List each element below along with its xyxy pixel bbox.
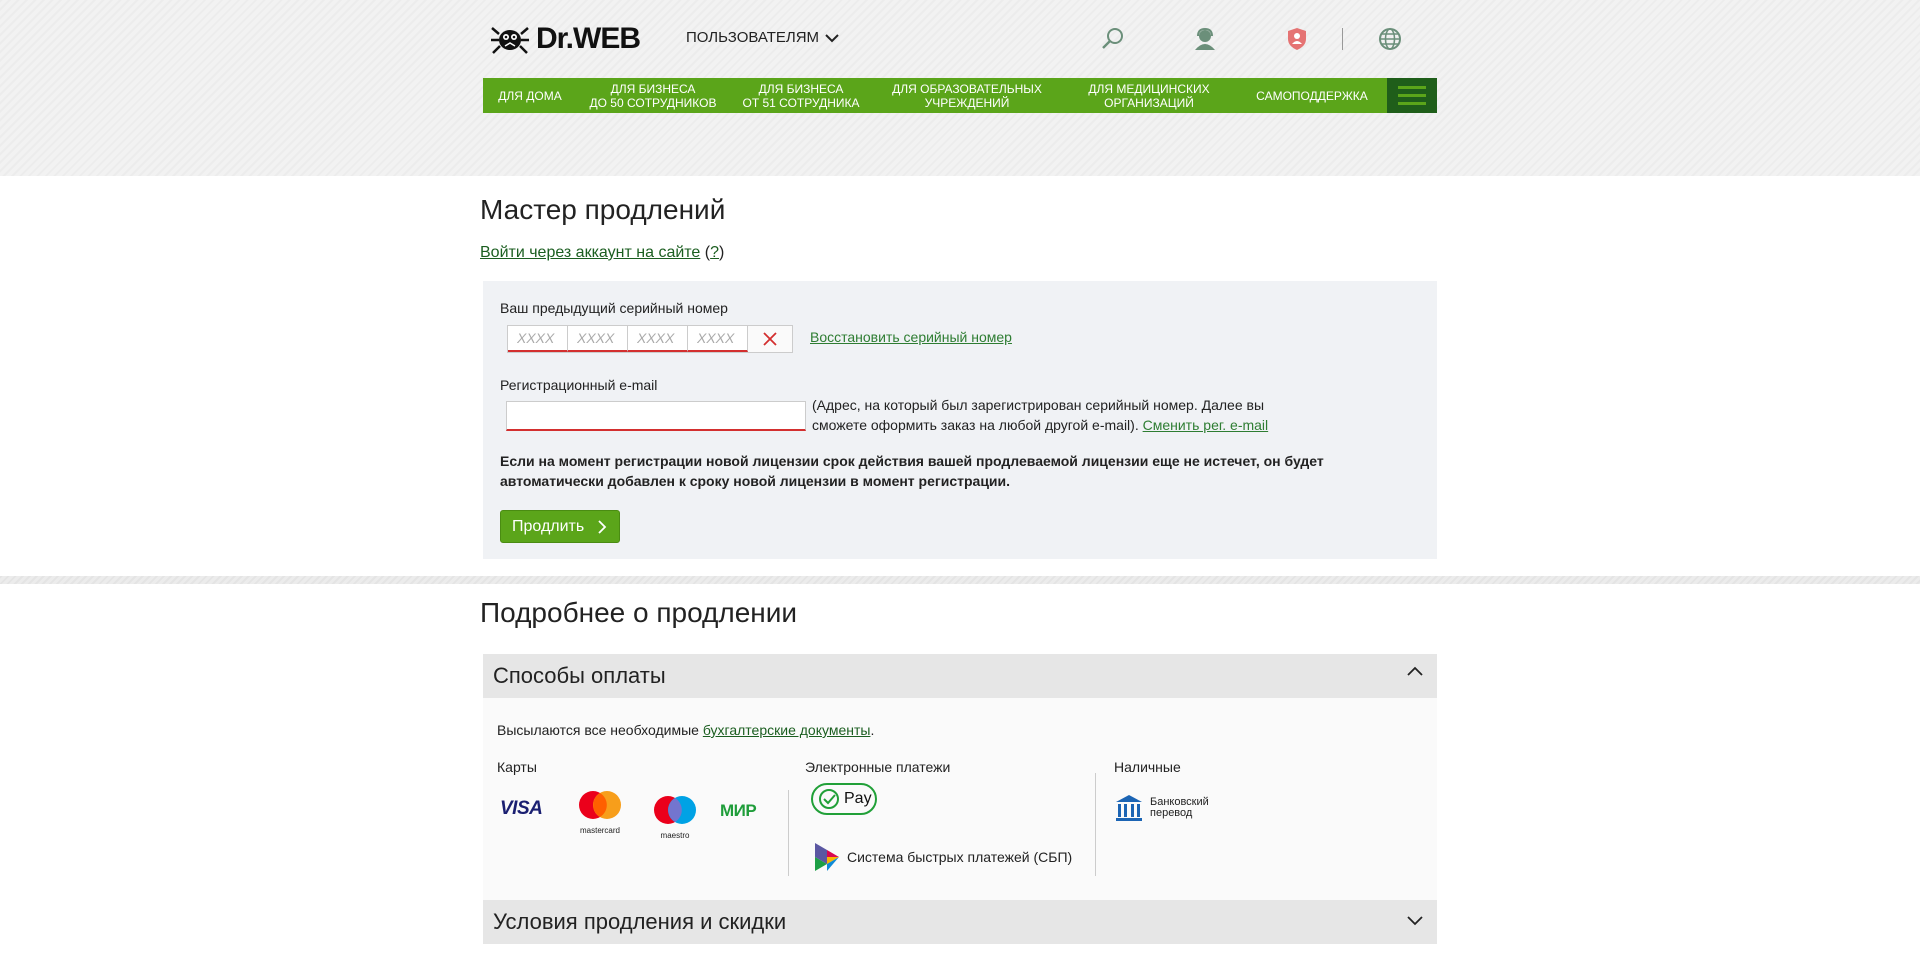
header-separator bbox=[1342, 28, 1343, 50]
chevron-right-icon bbox=[598, 519, 607, 534]
nav-label: ДЛЯ БИЗНЕСА bbox=[610, 81, 696, 96]
spider-logo-icon bbox=[491, 27, 529, 54]
nav-label: ДЛЯ ОБРАЗОВАТЕЛЬНЫХ bbox=[892, 81, 1042, 96]
serial-part-4-input[interactable] bbox=[688, 326, 748, 352]
visa-label: VISA bbox=[500, 798, 543, 819]
pay-label: Pay bbox=[844, 790, 872, 807]
renew-button[interactable]: Продлить bbox=[500, 510, 620, 543]
shield-user-icon[interactable] bbox=[1284, 26, 1310, 52]
support-icon[interactable] bbox=[1192, 26, 1218, 52]
logo-text: Dr.WEB bbox=[536, 22, 641, 55]
change-email-link[interactable]: Сменить рег. e-mail bbox=[1143, 417, 1269, 433]
nav-item-home[interactable]: ДЛЯ ДОМА bbox=[483, 89, 577, 103]
close-icon bbox=[763, 332, 777, 346]
mir-logo: МИР bbox=[720, 801, 757, 821]
globe-icon[interactable] bbox=[1377, 26, 1403, 52]
payment-methods-panel: Высылаются все необходимые бухгалтерские… bbox=[483, 698, 1437, 900]
login-link[interactable]: Войти через аккаунт на сайте bbox=[480, 244, 700, 261]
serial-part-2-input[interactable] bbox=[568, 326, 628, 352]
serial-label: Ваш предыдущий серийный номер bbox=[500, 300, 728, 316]
column-divider bbox=[788, 790, 789, 876]
electronic-payments-title: Электронные платежи bbox=[805, 759, 951, 775]
section-divider bbox=[0, 576, 1920, 584]
bank-transfer-label: Банковский перевод bbox=[1150, 797, 1209, 819]
chevron-down-icon bbox=[1407, 916, 1423, 926]
email-note: (Адрес, на который был зарегистрирован с… bbox=[812, 395, 1312, 435]
renewal-form: Ваш предыдущий серийный номер Восстанови… bbox=[483, 281, 1437, 559]
nav-label: САМОПОДДЕРЖКА bbox=[1256, 88, 1368, 103]
login-line: Войти через аккаунт на сайте (?) bbox=[480, 244, 725, 261]
search-icon[interactable] bbox=[1100, 26, 1126, 52]
sbp-icon bbox=[815, 843, 839, 871]
hamburger-menu-button[interactable] bbox=[1387, 78, 1437, 113]
check-circle-icon bbox=[819, 789, 839, 809]
nav-label-sub: УЧРЕЖДЕНИЙ bbox=[924, 95, 1010, 110]
menu-bar bbox=[1398, 102, 1426, 105]
serial-number-field bbox=[507, 325, 793, 353]
chevron-up-icon bbox=[1407, 666, 1423, 676]
maestro-logo: maestro bbox=[647, 795, 703, 841]
nav-label: ДЛЯ МЕДИЦИНСКИХ bbox=[1088, 81, 1210, 96]
sber-pay-logo: Pay bbox=[811, 783, 877, 815]
menu-bar bbox=[1398, 86, 1426, 89]
email-input[interactable] bbox=[506, 401, 806, 431]
nav-label-sub: ДО 50 СОТРУДНИКОВ bbox=[589, 95, 717, 110]
nav-label-sub: ОТ 51 СОТРУДНИКА bbox=[742, 95, 860, 110]
users-dropdown-label: ПОЛЬЗОВАТЕЛЯМ bbox=[686, 29, 820, 46]
nav-item-education[interactable]: ДЛЯ ОБРАЗОВАТЕЛЬНЫХ УЧРЕЖДЕНИЙ bbox=[873, 82, 1061, 110]
bank-label-2: перевод bbox=[1150, 807, 1193, 819]
bank-transfer: Банковский перевод bbox=[1114, 793, 1209, 823]
serial-part-1-input[interactable] bbox=[508, 326, 568, 352]
documents-prefix: Высылаются все необходимые bbox=[497, 722, 699, 738]
restore-serial-link[interactable]: Восстановить серийный номер bbox=[810, 329, 1012, 345]
column-divider bbox=[1095, 773, 1096, 876]
page-title: Мастер продлений bbox=[480, 194, 726, 225]
details-title: Подробнее о продлении bbox=[480, 597, 798, 628]
visa-logo: VISA bbox=[500, 798, 543, 820]
login-help-link[interactable]: ? bbox=[710, 244, 719, 261]
drweb-logo[interactable]: Dr.WEB bbox=[490, 22, 641, 56]
clear-serial-button[interactable] bbox=[748, 326, 792, 352]
nav-item-medical[interactable]: ДЛЯ МЕДИЦИНСКИХ ОРГАНИЗАЦИЙ bbox=[1061, 82, 1237, 110]
nav-label-sub: ОРГАНИЗАЦИЙ bbox=[1104, 95, 1194, 110]
renew-button-label: Продлить bbox=[512, 517, 585, 535]
maestro-icon bbox=[654, 796, 696, 824]
mir-label: МИР bbox=[720, 801, 757, 820]
accordion-title: Условия продления и скидки bbox=[493, 909, 787, 934]
menu-bar bbox=[1398, 94, 1426, 97]
documents-line: Высылаются все необходимые бухгалтерские… bbox=[497, 722, 875, 738]
nav-label: ДЛЯ ДОМА bbox=[498, 88, 562, 103]
cash-title: Наличные bbox=[1114, 759, 1181, 775]
sbp-label: Система быстрых платежей (СБП) bbox=[847, 849, 1073, 865]
accounting-documents-link[interactable]: бухгалтерские документы bbox=[703, 722, 871, 738]
main-nav: ДЛЯ ДОМА ДЛЯ БИЗНЕСА ДО 50 СОТРУДНИКОВ Д… bbox=[483, 78, 1437, 113]
renewal-terms-accordion[interactable]: Условия продления и скидки bbox=[483, 900, 1437, 944]
mastercard-logo: mastercard bbox=[572, 790, 628, 836]
nav-label: ДЛЯ БИЗНЕСА bbox=[758, 81, 844, 96]
nav-item-self-support[interactable]: САМОПОДДЕРЖКА bbox=[1237, 89, 1387, 103]
maestro-label: maestro bbox=[660, 831, 690, 840]
bank-icon bbox=[1116, 795, 1142, 821]
payment-methods-accordion[interactable]: Способы оплаты bbox=[483, 654, 1437, 698]
serial-part-3-input[interactable] bbox=[628, 326, 688, 352]
renewal-notice: Если на момент регистрации новой лицензи… bbox=[500, 453, 1324, 489]
email-label: Регистрационный e-mail bbox=[500, 377, 658, 393]
cards-title: Карты bbox=[497, 759, 537, 775]
mastercard-icon bbox=[579, 791, 621, 819]
nav-item-business-large[interactable]: ДЛЯ БИЗНЕСА ОТ 51 СОТРУДНИКА bbox=[729, 82, 873, 110]
mastercard-label: mastercard bbox=[579, 826, 620, 835]
accordion-title: Способы оплаты bbox=[493, 663, 666, 688]
users-dropdown[interactable]: ПОЛЬЗОВАТЕЛЯМ bbox=[686, 29, 839, 46]
sbp-payment: Система быстрых платежей (СБП) bbox=[813, 841, 1072, 873]
chevron-down-icon bbox=[825, 33, 839, 42]
nav-item-business-small[interactable]: ДЛЯ БИЗНЕСА ДО 50 СОТРУДНИКОВ bbox=[577, 82, 729, 110]
